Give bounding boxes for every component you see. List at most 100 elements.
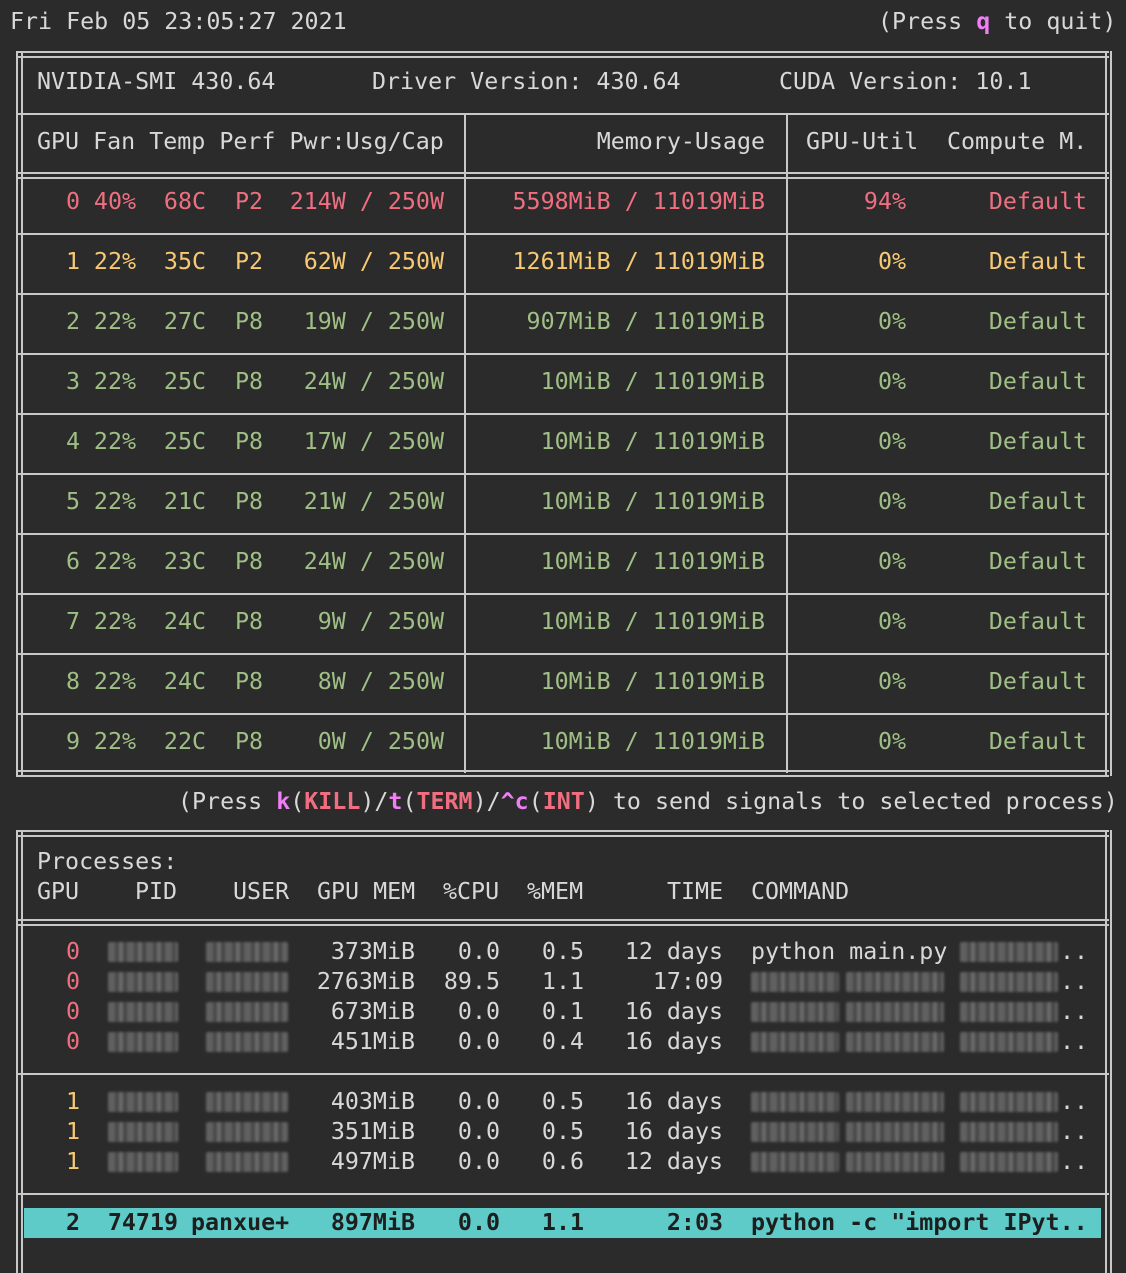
gpu-mem: 10MiB / 11019MiB [540,728,765,755]
gpu-mode: Default [988,488,1087,515]
redacted-command [960,1032,1058,1052]
process-gpu: 1 [65,1148,80,1175]
gpu-mem: 1261MiB / 11019MiB [512,248,765,275]
redacted-user [206,1002,288,1022]
quit-key[interactable]: q [976,8,990,35]
gpu-util: 0% [877,248,906,275]
gpu-util: 0% [877,368,906,395]
redacted-pid [108,1002,178,1022]
column-header-memory: Memory-Usage [596,128,765,155]
process-cpu: 0.0 [457,938,500,965]
redacted-command [846,1002,944,1022]
gpu-idx: 9 [65,728,80,755]
gpu-mem: 10MiB / 11019MiB [540,428,765,455]
command-truncation: .. [1060,968,1089,995]
gpu-mode: Default [988,188,1087,215]
gpu-perf: P8 [234,548,263,575]
gpu-idx: 5 [65,488,80,515]
process-mem: 0.5 [541,938,584,965]
process-gpu: 0 [65,1028,80,1055]
gpu-fan: 22% [93,308,136,335]
gpu-pwr: 21W / 250W [303,488,444,515]
gpu-mode: Default [988,608,1087,635]
redacted-pid [108,1092,178,1112]
term-key[interactable]: t [388,788,402,815]
gpu-idx: 6 [65,548,80,575]
gpu-perf: P8 [234,728,263,755]
gpu-pwr: 24W / 250W [303,368,444,395]
gpu-fan: 22% [93,368,136,395]
gpu-mem: 10MiB / 11019MiB [540,368,765,395]
process-gpu: 1 [65,1088,80,1115]
redacted-command [751,1152,839,1172]
gpu-temp: 25C [163,368,206,395]
gpu-fan: 22% [93,668,136,695]
process-gpu-mem: 2763MiB [316,968,415,995]
quit-hint: (Press q to quit) [878,8,1117,35]
gpu-idx: 1 [65,248,80,275]
column-header-gpu-stats: GPU Fan Temp Perf Pwr:Usg/Cap [37,128,444,155]
redacted-pid [108,1122,178,1142]
redacted-pid [108,972,178,992]
gpu-util: 0% [877,728,906,755]
process-cpu: 0.0 [457,1088,500,1115]
redacted-pid [108,1152,178,1172]
command-truncation: .. [1060,1088,1089,1115]
int-key[interactable]: ^c [501,788,529,815]
process-gpu-mem: 373MiB [330,938,415,965]
proc-header-command: COMMAND [751,878,850,905]
selected-time: 2:03 [666,1209,723,1236]
gpu-util: 94% [863,188,906,215]
process-time: 16 days [624,1088,723,1115]
gpu-mode: Default [988,668,1087,695]
process-gpu: 0 [65,998,80,1025]
gpu-fan: 22% [93,428,136,455]
kill-key[interactable]: k [276,788,290,815]
selected-user: panxue+ [191,1209,290,1236]
process-cpu: 0.0 [457,1148,500,1175]
redacted-command [846,1152,944,1172]
command-truncation: .. [1060,1028,1089,1055]
gpu-mem: 10MiB / 11019MiB [540,548,765,575]
process-gpu-mem: 451MiB [330,1028,415,1055]
gpu-mem: 10MiB / 11019MiB [540,608,765,635]
gpu-perf: P2 [234,188,263,215]
gpu-perf: P8 [234,668,263,695]
gpu-util: 0% [877,308,906,335]
command-truncation: .. [1060,938,1089,965]
gpu-temp: 35C [163,248,206,275]
process-gpu-mem: 497MiB [330,1148,415,1175]
redacted-command [960,972,1058,992]
process-gpu: 0 [65,968,80,995]
gpu-perf: P8 [234,608,263,635]
process-gpu-mem: 673MiB [330,998,415,1025]
process-time: 16 days [624,1118,723,1145]
datetime: Fri Feb 05 23:05:27 2021 [10,8,347,35]
redacted-command-args [960,942,1058,962]
proc-header-gpu: GPU [37,878,80,905]
process-gpu: 1 [65,1118,80,1145]
redacted-user [206,1122,288,1142]
gpu-fan: 22% [93,608,136,635]
selected-command: python -c "import IPyt.. [751,1209,1088,1236]
process-gpu: 0 [65,938,80,965]
gpu-perf: P2 [234,248,263,275]
redacted-command [846,1092,944,1112]
gpu-temp: 22C [163,728,206,755]
redacted-command [846,972,944,992]
process-cpu: 89.5 [443,968,500,995]
process-mem: 1.1 [541,968,584,995]
redacted-command [960,1122,1058,1142]
process-time: 12 days [624,1148,723,1175]
gpu-mem: 10MiB / 11019MiB [540,488,765,515]
gpu-mode: Default [988,428,1087,455]
proc-header-pid: PID [135,878,178,905]
redacted-user [206,1152,288,1172]
gpu-temp: 23C [163,548,206,575]
redacted-pid [108,942,178,962]
proc-header-gpu-mem: GPU MEM [317,878,416,905]
redacted-command [751,972,839,992]
gpu-idx: 7 [65,608,80,635]
process-mem: 0.6 [541,1148,584,1175]
nvidia-smi-version: NVIDIA-SMI 430.64 [37,68,276,95]
